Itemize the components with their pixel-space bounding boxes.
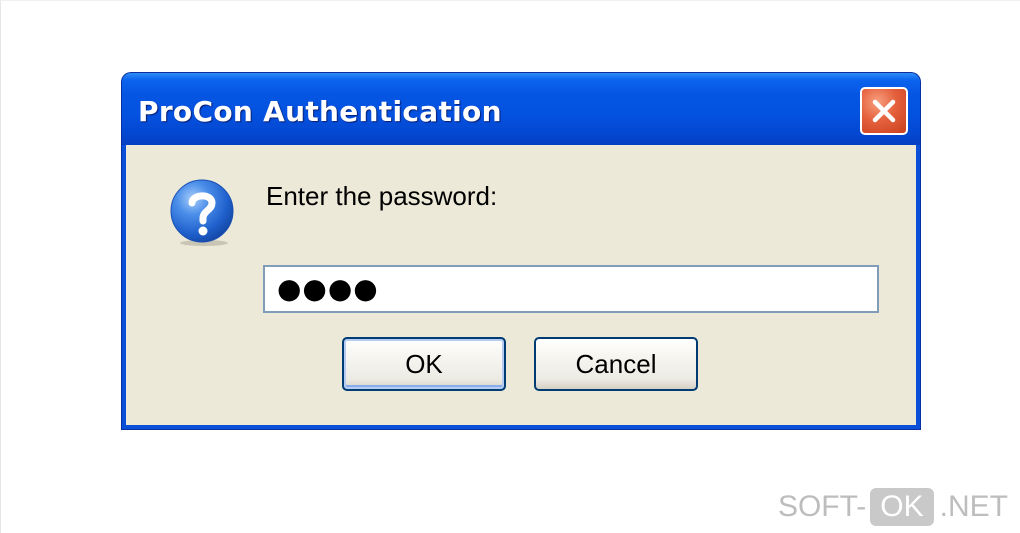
cancel-button[interactable]: Cancel [534, 337, 698, 391]
ok-button[interactable]: OK [342, 337, 506, 391]
password-prompt-label: Enter the password: [266, 181, 498, 211]
question-icon [170, 179, 234, 246]
title-bar[interactable]: ProCon Authentication [122, 73, 920, 145]
watermark-highlight: OK [870, 488, 934, 526]
dialog-body: Enter the password: ●●●● OK Cancel [126, 145, 916, 425]
site-watermark: SOFT- OK .NET [778, 487, 1008, 527]
watermark-suffix: .NET [939, 490, 1008, 523]
authentication-dialog: ProCon Authentication Enter the password… [122, 73, 920, 429]
close-button[interactable] [860, 87, 908, 135]
watermark-prefix: SOFT- [777, 490, 867, 523]
password-input[interactable]: ●●●● [263, 265, 879, 313]
close-x-icon [872, 99, 896, 123]
window-title: ProCon Authentication [138, 95, 502, 128]
screen: ProCon Authentication Enter the password… [0, 0, 1020, 533]
